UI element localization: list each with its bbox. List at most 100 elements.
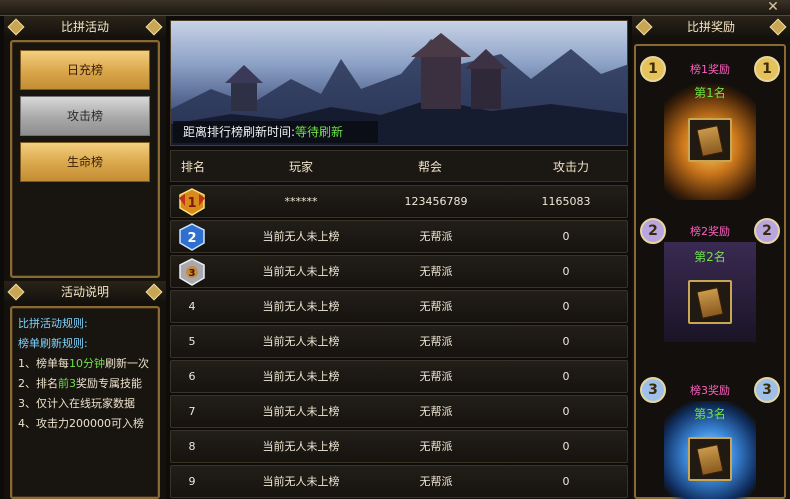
attack-power: 0 [562,405,570,418]
close-icon[interactable]: ✕ [760,0,786,16]
banner-image: 距离排行榜刷新时间:等待刷新 [170,20,628,146]
rewards-title-text: 比拼奖励 [686,20,735,34]
attack-power: 0 [562,230,570,243]
window-top-strip: ✕ [0,0,790,16]
rank-number: 9 [188,475,196,488]
reward-3-heading: 榜3奖励 [690,384,730,397]
col-power-header: 攻击力 [553,160,590,174]
diamond-ornament-icon [145,283,163,301]
reward-3-place: 第3名 [694,407,726,421]
blue-rank-medal-icon: 2 [179,223,205,251]
info-title-text: 活动说明 [60,285,109,299]
rewards-panel-title: 比拼奖励 [632,16,790,38]
player-name: 当前无人未上榜 [262,265,340,278]
activity-title-text: 比拼活动 [60,20,109,34]
skill-book-icon[interactable] [688,280,732,324]
skill-book-icon[interactable] [688,118,732,162]
svg-text:1: 1 [187,196,196,211]
rank-number: 8 [188,440,196,453]
rule-line-3: 3、仅计入在线玩家数据 [18,397,135,410]
refresh-timer-label: 距离排行榜刷新时间: [183,125,296,139]
reward-card-1: 1 1 榜1奖励 第1名 [636,56,784,210]
table-row[interactable]: 5 当前无人未上榜 无帮派 0 [170,325,628,358]
table-row[interactable]: 8 当前无人未上榜 无帮派 0 [170,430,628,463]
attack-power: 1165083 [541,195,591,208]
rules-box: 比拼活动规则: 榜单刷新规则: 1、榜单每10分钟刷新一次 2、排名前3奖励专属… [10,306,160,499]
attack-power: 0 [562,475,570,488]
player-name: ****** [284,195,318,208]
bronze-rank-medal-icon: 3 [179,258,205,286]
reward-1-heading: 榜1奖励 [690,63,730,76]
rewards-list: 1 1 榜1奖励 第1名 2 2 榜2奖励 第2名 3 3 榜3奖励 第3名 [634,44,786,499]
attack-power: 0 [562,300,570,313]
table-row[interactable]: 4 当前无人未上榜 无帮派 0 [170,290,628,323]
leaderboard-tab-box: 日充榜 攻击榜 生命榜 [10,40,160,278]
info-panel-title: 活动说明 [4,281,166,303]
attack-power: 0 [562,335,570,348]
rule-line-1: 1、榜单每10分钟刷新一次 [18,357,149,370]
attack-power: 0 [562,265,570,278]
rule-line-2: 2、排名前3奖励专属技能 [18,377,142,390]
tab-health[interactable]: 生命榜 [20,142,150,182]
leaderboard-main: 距离排行榜刷新时间:等待刷新 排名 玩家 帮会 攻击力 1 ****** 123… [170,20,628,499]
refresh-heading: 榜单刷新规则: [18,337,88,350]
reward-2-place: 第2名 [694,250,726,264]
attack-power: 0 [562,440,570,453]
reward-1-aura: 第1名 [664,80,756,200]
svg-text:2: 2 [187,231,196,246]
guild-name: 无帮派 [419,370,453,383]
player-name: 当前无人未上榜 [262,370,340,383]
reward-card-3: 3 3 榜3奖励 第3名 [636,377,784,499]
attack-power: 0 [562,370,570,383]
table-row[interactable]: 3 当前无人未上榜 无帮派 0 [170,255,628,288]
diamond-ornament-icon [7,283,25,301]
table-header: 排名 玩家 帮会 攻击力 [170,150,628,182]
player-name: 当前无人未上榜 [262,475,340,488]
tab-daily-recharge[interactable]: 日充榜 [20,50,150,90]
rank-number: 7 [188,405,196,418]
activity-sidebar: 比拼活动 日充榜 攻击榜 生命榜 活动说明 比拼活动规则: 榜单刷新规则: 1、… [4,16,166,499]
rewards-panel: 比拼奖励 1 1 榜1奖励 第1名 2 2 榜2奖励 第2名 3 3 榜3奖励 … [632,16,790,499]
refresh-status: 等待刷新 [295,125,344,139]
diamond-ornament-icon [635,18,653,36]
reward-2-heading: 榜2奖励 [690,225,730,238]
gold-rank-medal-icon: 1 [179,188,205,216]
guild-name: 123456789 [404,195,468,208]
reward-1-place: 第1名 [694,86,726,100]
diamond-ornament-icon [7,18,25,36]
rules-heading: 比拼活动规则: [18,317,88,330]
svg-text:3: 3 [189,268,196,279]
guild-name: 无帮派 [419,335,453,348]
table-row[interactable]: 1 ****** 123456789 1165083 [170,185,628,218]
rule-line-4: 4、攻击力200000可入榜 [18,417,144,430]
tab-attack[interactable]: 攻击榜 [20,96,150,136]
refresh-timer-bar: 距离排行榜刷新时间:等待刷新 [173,121,378,143]
diamond-ornament-icon [769,18,787,36]
skill-book-icon[interactable] [688,437,732,481]
table-row[interactable]: 2 当前无人未上榜 无帮派 0 [170,220,628,253]
table-row[interactable]: 9 当前无人未上榜 无帮派 0 [170,465,628,498]
reward-2-aura: 第2名 [664,242,756,342]
guild-name: 无帮派 [419,230,453,243]
guild-name: 无帮派 [419,300,453,313]
col-rank-header: 排名 [181,160,206,174]
rank-number: 4 [188,300,196,313]
player-name: 当前无人未上榜 [262,230,340,243]
rank-number: 5 [188,335,196,348]
reward-3-aura: 第3名 [664,401,756,499]
player-name: 当前无人未上榜 [262,440,340,453]
player-name: 当前无人未上榜 [262,405,340,418]
rank-number: 6 [188,370,196,383]
col-guild-header: 帮会 [418,160,443,174]
player-name: 当前无人未上榜 [262,300,340,313]
diamond-ornament-icon [145,18,163,36]
guild-name: 无帮派 [419,440,453,453]
reward-card-2: 2 2 榜2奖励 第2名 [636,218,784,342]
table-row[interactable]: 7 当前无人未上榜 无帮派 0 [170,395,628,428]
player-name: 当前无人未上榜 [262,335,340,348]
table-row[interactable]: 6 当前无人未上榜 无帮派 0 [170,360,628,393]
guild-name: 无帮派 [419,265,453,278]
guild-name: 无帮派 [419,475,453,488]
guild-name: 无帮派 [419,405,453,418]
col-player-header: 玩家 [289,160,314,174]
